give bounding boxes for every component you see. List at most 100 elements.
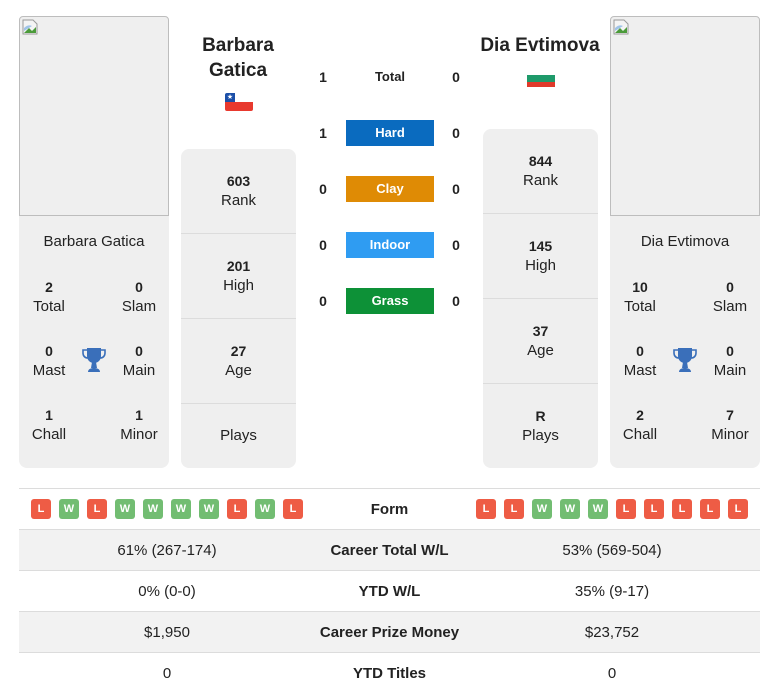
form-badge-loss[interactable]: L [672, 499, 692, 519]
player1-titles-chall: 1 Chall [19, 405, 79, 445]
bulgaria-flag [527, 73, 555, 91]
form-badge-win[interactable]: W [560, 499, 580, 519]
form-badge-win[interactable]: W [59, 499, 79, 519]
titles-chall-value: 2 [636, 407, 644, 423]
h2h-p1-value: 1 [319, 69, 327, 85]
broken-image-icon [22, 19, 38, 35]
player2-form: LLWWWLLLLL [464, 499, 760, 519]
player1-name[interactable]: Barbara Gatica [168, 33, 308, 83]
h2h-p1-value: 0 [319, 293, 327, 309]
titles-total-label: Total [624, 298, 656, 315]
high-value: 145 [528, 238, 553, 254]
player1-titles-mast: 0 Mast [19, 341, 79, 381]
rank-label: Rank [220, 192, 257, 209]
form-badge-loss[interactable]: L [227, 499, 247, 519]
h2h-label-total: Total [374, 69, 406, 84]
player2-name[interactable]: Dia Evtimova [470, 33, 610, 58]
form-badge-win[interactable]: W [532, 499, 552, 519]
surface-badge-grass[interactable]: Grass [346, 288, 434, 314]
h2h-row-clay: 0 Clay 0 [300, 176, 480, 202]
player1-rank: 603 Rank [181, 149, 296, 234]
h2h-p1-value: 0 [319, 181, 327, 197]
player1-name-line1: Barbara [202, 35, 274, 56]
player1-titles-card: Barbara Gatica 2 Total 0 Slam 0 Mast 0 M… [19, 216, 169, 468]
titles-chall-label: Chall [622, 426, 658, 443]
titles-slam-label: Slam [712, 298, 748, 315]
plays-label: Plays [220, 427, 257, 444]
titles-slam-value: 0 [726, 279, 734, 295]
plays-label: Plays [522, 427, 559, 444]
titles-mast-label: Mast [623, 362, 657, 379]
rank-value: 603 [226, 173, 251, 189]
age-value: 27 [230, 343, 247, 359]
form-badge-loss[interactable]: L [504, 499, 524, 519]
h2h-row-hard: 1 Hard 0 [300, 120, 480, 146]
surface-badge-hard[interactable]: Hard [346, 120, 434, 146]
titles-chall-value: 1 [45, 407, 53, 423]
form-badge-win[interactable]: W [255, 499, 275, 519]
h2h-p2-value: 0 [452, 69, 460, 85]
stats-row-career-wl: 61% (267-174) Career Total W/L 53% (569-… [19, 529, 760, 570]
h2h-p2-value: 0 [452, 237, 460, 253]
surface-badge-indoor[interactable]: Indoor [346, 232, 434, 258]
player1-career-wl: 61% (267-174) [117, 541, 217, 559]
plays-value: R [535, 408, 546, 424]
prize-money-label: Career Prize Money [319, 623, 460, 641]
player2-high: 145 High [483, 214, 598, 299]
form-badge-loss[interactable]: L [728, 499, 748, 519]
stats-table: LWLWWWWLWL Form LLWWWLLLLL 61% (267-174)… [19, 488, 760, 693]
form-badge-win[interactable]: W [588, 499, 608, 519]
rank-label: Rank [522, 172, 559, 189]
h2h-p1-value: 1 [319, 125, 327, 141]
player1-titles-slam: 0 Slam [109, 277, 169, 317]
player2-titles-name: Dia Evtimova [640, 233, 730, 250]
form-badge-win[interactable]: W [143, 499, 163, 519]
form-badge-win[interactable]: W [115, 499, 135, 519]
player2-titles-slam: 0 Slam [700, 277, 760, 317]
h2h-row-indoor: 0 Indoor 0 [300, 232, 480, 258]
high-label: High [525, 257, 556, 274]
player2-photo [610, 16, 760, 216]
player2-age: 37 Age [483, 299, 598, 384]
titles-minor-value: 1 [135, 407, 143, 423]
form-badge-loss[interactable]: L [283, 499, 303, 519]
stats-row-ytd-wl: 0% (0-0) YTD W/L 35% (9-17) [19, 570, 760, 611]
form-badge-loss[interactable]: L [476, 499, 496, 519]
player2-titles-mast: 0 Mast [610, 341, 670, 381]
player1-titles-minor: 1 Minor [109, 405, 169, 445]
titles-minor-label: Minor [711, 426, 749, 443]
form-badge-loss[interactable]: L [87, 499, 107, 519]
form-badge-win[interactable]: W [171, 499, 191, 519]
titles-main-value: 0 [726, 343, 734, 359]
player2-ytd-wl: 35% (9-17) [574, 582, 650, 600]
form-badge-loss[interactable]: L [31, 499, 51, 519]
h2h-p2-value: 0 [452, 293, 460, 309]
form-badge-loss[interactable]: L [700, 499, 720, 519]
surface-badge-clay[interactable]: Clay [346, 176, 434, 202]
form-badge-loss[interactable]: L [616, 499, 636, 519]
player2-prize-money: $23,752 [584, 623, 640, 641]
h2h-p1-value: 0 [319, 237, 327, 253]
player1-plays: Plays [181, 404, 296, 468]
player2-titles-card: Dia Evtimova 10 Total 0 Slam 0 Mast 0 Ma… [610, 216, 760, 468]
age-label: Age [527, 342, 554, 359]
player1-titles-name: Barbara Gatica [43, 233, 145, 250]
form-badge-win[interactable]: W [199, 499, 219, 519]
trophy-icon [82, 348, 106, 372]
high-value: 201 [226, 258, 251, 274]
form-badge-loss[interactable]: L [644, 499, 664, 519]
titles-total-value: 10 [632, 279, 648, 295]
stats-row-ytd-titles: 0 YTD Titles 0 [19, 652, 760, 693]
titles-main-value: 0 [135, 343, 143, 359]
rank-value: 844 [528, 153, 553, 169]
ytd-wl-label: YTD W/L [358, 582, 421, 600]
player2-rank: 844 Rank [483, 129, 598, 214]
high-label: High [223, 277, 254, 294]
titles-mast-value: 0 [45, 343, 53, 359]
broken-image-icon [613, 19, 629, 35]
player1-info-card: 603 Rank 201 High 27 Age Plays [181, 149, 296, 468]
player2-name-line1: Dia Evtimova [480, 35, 600, 56]
titles-total-value: 2 [45, 279, 53, 295]
titles-total-label: Total [33, 298, 65, 315]
player1-ytd-titles: 0 [162, 664, 172, 682]
